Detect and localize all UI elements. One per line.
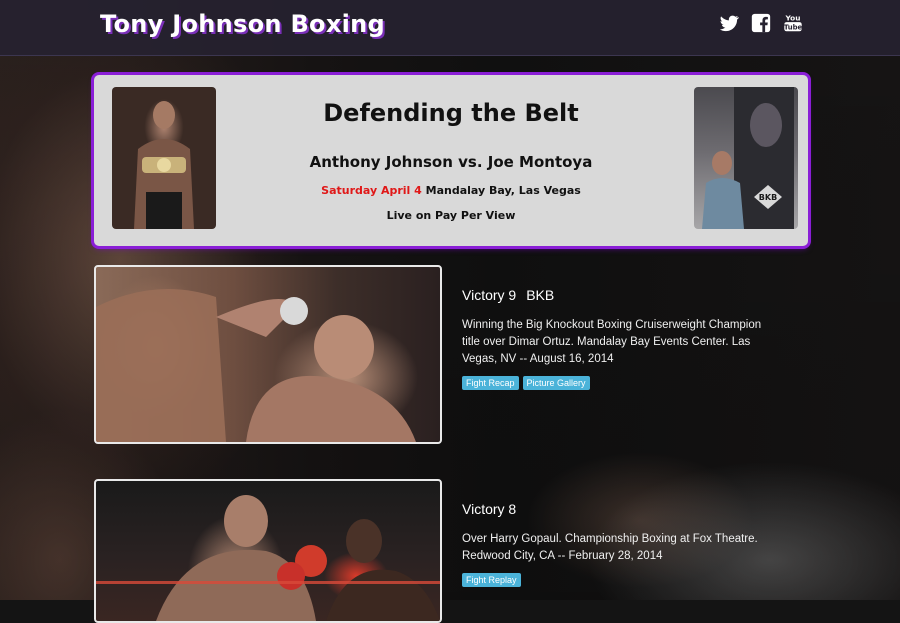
picture-gallery-button[interactable]: Picture Gallery [522,376,590,390]
fight-photo[interactable] [94,479,442,623]
site-brand[interactable]: Tony Johnson Boxing [100,10,385,38]
fight-tag: BKB [526,287,555,303]
fight-victory-label: Victory 8 [462,501,517,517]
social-links: You Tube [718,12,804,34]
fight-buttons: Fight Recap Picture Gallery [462,376,772,390]
svg-text:You: You [785,13,801,22]
svg-text:BKB: BKB [759,193,777,202]
fight-description: Over Harry Gopaul. Championship Boxing a… [462,533,758,562]
svg-text:Tube: Tube [784,23,803,31]
youtube-icon[interactable]: You Tube [782,12,804,34]
fight-details: Victory 9 BKB Winning the Big Knockout Bo… [462,287,772,390]
fight-buttons: Fight Replay [462,573,772,587]
event-venue: Mandalay Bay, Las Vegas [425,184,581,197]
fight-replay-button[interactable]: Fight Replay [462,573,521,587]
event-date: Saturday April 4 [321,184,422,197]
fight-photo[interactable] [94,265,442,444]
fight-title: Victory 9 BKB [462,287,772,303]
event-banner: Defending the Belt Anthony Johnson vs. J… [94,75,808,246]
fight-victory-label: Victory 9 [462,287,517,303]
twitter-icon[interactable] [718,12,740,34]
facebook-icon[interactable] [750,12,772,34]
fight-recap-button[interactable]: Fight Recap [462,376,519,390]
top-navbar: Tony Johnson Boxing You Tube [0,0,900,56]
fight-description: Winning the Big Knockout Boxing Cruiserw… [462,319,762,365]
fight-title: Victory 8 [462,501,772,517]
bkb-poster-photo: BKB [694,87,798,229]
fight-details: Victory 8 Over Harry Gopaul. Championshi… [462,501,772,587]
